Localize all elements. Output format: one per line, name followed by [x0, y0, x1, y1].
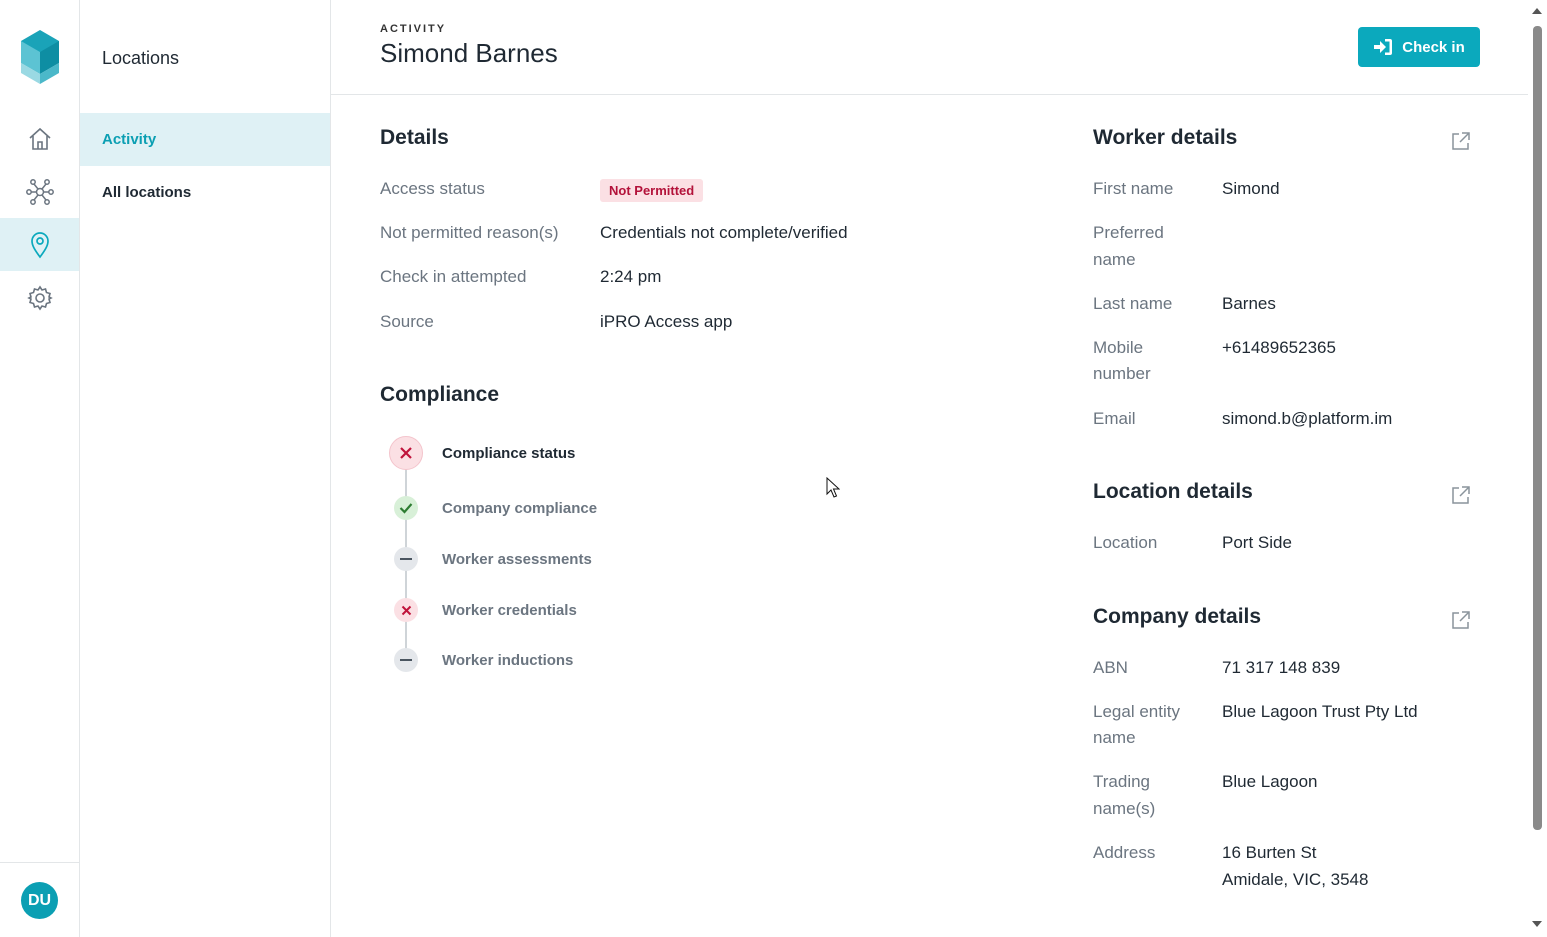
address-label: Address	[1093, 843, 1156, 862]
source-label: Source	[380, 312, 434, 331]
abn-label: ABN	[1093, 658, 1128, 677]
nav-locations[interactable]	[0, 218, 79, 271]
worker-inductions-label: Worker inductions	[442, 652, 574, 669]
legal-entity-label-line2: name	[1093, 728, 1136, 747]
home-icon	[28, 127, 51, 150]
scroll-down-arrow-icon[interactable]	[1532, 921, 1542, 927]
mouse-cursor-icon	[826, 477, 840, 498]
fail-icon	[394, 598, 418, 622]
minus-icon	[394, 648, 418, 672]
worker-credentials-label: Worker credentials	[442, 602, 577, 619]
compliance-status-label: Compliance status	[442, 445, 576, 462]
address-line1: 16 Burten St	[1222, 843, 1317, 862]
nav-home[interactable]	[0, 112, 79, 165]
worker-details-heading: Worker details	[1093, 126, 1238, 149]
email-label: Email	[1093, 409, 1136, 428]
locations-subnav: Locations Activity All locations	[80, 0, 331, 937]
abn-value: 71 317 148 839	[1222, 658, 1341, 677]
location-details-heading: Location details	[1093, 480, 1253, 503]
page-title: Simond Barnes	[380, 38, 558, 68]
access-status-label: Access status	[380, 179, 485, 198]
compliance-heading: Compliance	[380, 383, 500, 406]
external-link-icon[interactable]	[1450, 484, 1472, 506]
legal-entity-value: Blue Lagoon Trust Pty Ltd	[1222, 702, 1418, 721]
rail-divider	[0, 862, 79, 863]
nav-network[interactable]	[0, 165, 79, 218]
mobile-label-line2: number	[1093, 364, 1151, 383]
check-in-attempted-label: Check in attempted	[380, 267, 527, 286]
mobile-label-line1: Mobile	[1093, 338, 1144, 357]
fail-icon	[389, 436, 423, 470]
trading-name-value: Blue Lagoon	[1222, 772, 1318, 791]
sign-in-icon	[1374, 39, 1393, 55]
user-avatar[interactable]: DU	[21, 882, 58, 919]
subnav-title: Locations	[102, 48, 180, 68]
subnav-item-all-locations[interactable]: All locations	[80, 166, 330, 219]
last-name-label: Last name	[1093, 294, 1173, 313]
trading-name-label-line2: name(s)	[1093, 799, 1156, 818]
location-pin-icon	[30, 231, 49, 258]
first-name-value: Simond	[1222, 179, 1280, 198]
check-in-label: Check in	[1402, 38, 1465, 56]
location-label: Location	[1093, 533, 1158, 552]
access-status-badge: Not Permitted	[600, 179, 704, 202]
icon-rail: DU	[0, 0, 80, 937]
legal-entity-label-line1: Legal entity	[1093, 702, 1180, 721]
location-value: Port Side	[1222, 533, 1292, 552]
preferred-name-label-line2: name	[1093, 250, 1136, 269]
worker-assessments-label: Worker assessments	[442, 551, 592, 568]
details-heading: Details	[380, 126, 449, 149]
minus-icon	[394, 547, 418, 571]
external-link-icon[interactable]	[1450, 130, 1472, 152]
address-line2: Amidale, VIC, 3548	[1222, 870, 1369, 889]
app-logo[interactable]	[21, 30, 59, 84]
email-value: simond.b@platform.im	[1222, 409, 1393, 428]
mobile-value: +61489652365	[1222, 338, 1336, 357]
nav-settings[interactable]	[0, 271, 79, 324]
preferred-name-label-line1: Preferred	[1093, 223, 1164, 242]
external-link-icon[interactable]	[1450, 609, 1472, 631]
page-eyebrow: ACTIVITY	[380, 23, 447, 35]
company-compliance-label: Company compliance	[442, 500, 598, 517]
scrollbar-thumb[interactable]	[1533, 26, 1542, 830]
not-permitted-reason-label: Not permitted reason(s)	[380, 223, 559, 242]
source-value: iPRO Access app	[600, 312, 733, 331]
gear-icon	[26, 285, 53, 310]
subnav-item-activity[interactable]: Activity	[80, 113, 330, 166]
check-in-button[interactable]: Check in	[1358, 27, 1480, 67]
scroll-up-arrow-icon[interactable]	[1532, 8, 1542, 14]
company-details-heading: Company details	[1093, 605, 1262, 628]
last-name-value: Barnes	[1222, 294, 1276, 313]
check-icon	[394, 496, 418, 520]
trading-name-label-line1: Trading	[1093, 772, 1151, 791]
page-header: ACTIVITY Simond Barnes Check in	[331, 0, 1528, 95]
network-icon	[25, 178, 54, 205]
first-name-label: First name	[1093, 179, 1174, 198]
not-permitted-reason-value: Credentials not complete/verified	[600, 223, 848, 242]
check-in-attempted-value: 2:24 pm	[600, 267, 662, 286]
